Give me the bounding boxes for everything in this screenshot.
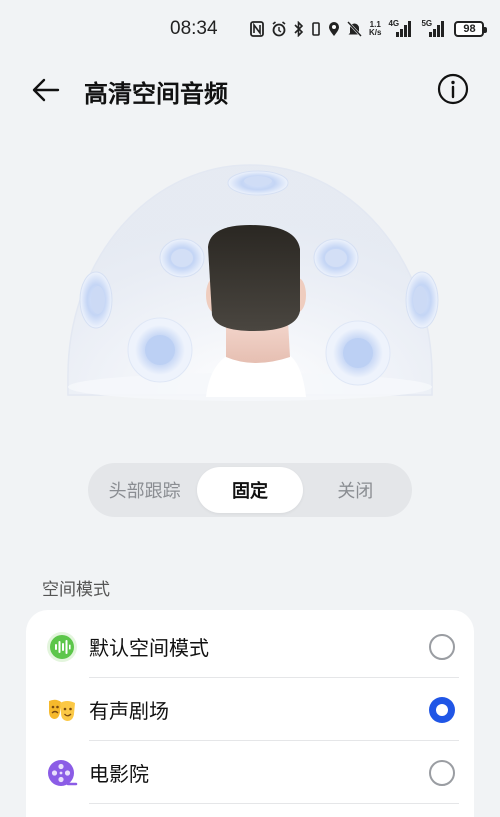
head-speakers-illustration: [67, 164, 439, 401]
location-icon: [328, 21, 340, 37]
spatial-mode-list: 默认空间模式 有声剧场 电影院: [26, 610, 474, 817]
divider: [89, 803, 459, 804]
list-item-audio-theater[interactable]: 有声剧场: [26, 678, 474, 741]
alarm-icon: [271, 21, 287, 37]
tab-fixed[interactable]: 固定: [197, 467, 303, 513]
mode-label: 电影院: [89, 762, 149, 786]
radio-default-mode[interactable]: [429, 633, 455, 660]
tab-head-tracking[interactable]: 头部跟踪: [92, 467, 197, 513]
section-title: 空间模式: [42, 580, 110, 600]
radio-cinema[interactable]: [429, 759, 455, 786]
status-bar: 08:34 1.1 K/s 4G 5G 98: [0, 0, 500, 60]
mute-icon: [347, 21, 362, 37]
nfc-icon: [250, 21, 264, 37]
battery-icon: 98: [454, 21, 488, 37]
status-icons: 1.1 K/s 4G 5G 98: [250, 18, 488, 40]
status-time: 08:34: [170, 18, 218, 39]
mode-label: 有声剧场: [89, 699, 169, 723]
signal-icon: 4G: [388, 19, 414, 38]
theater-mask-icon: [49, 699, 75, 721]
vibrate-icon: [311, 21, 321, 37]
film-reel-icon: [48, 759, 78, 786]
sound-wave-icon: [47, 631, 77, 662]
list-item-default-mode[interactable]: 默认空间模式: [26, 615, 474, 678]
mode-label: 默认空间模式: [89, 636, 209, 660]
app-header: 高清空间音频: [0, 60, 500, 120]
tab-off[interactable]: 关闭: [303, 467, 408, 513]
back-button[interactable]: [28, 72, 64, 108]
head-tracking-mode-selector: 头部跟踪 固定 关闭: [88, 463, 412, 517]
bluetooth-icon: [294, 21, 304, 37]
list-item-cinema[interactable]: 电影院: [26, 741, 474, 804]
spatial-audio-illustration: [0, 125, 500, 445]
arrow-left-icon: [32, 78, 60, 102]
page-title: 高清空间音频: [84, 80, 228, 108]
net-speed: 1.1 K/s: [369, 20, 382, 37]
radio-audio-theater[interactable]: [429, 696, 455, 723]
info-icon: [437, 73, 469, 105]
signal-icon-2: 5G: [421, 19, 447, 38]
info-button[interactable]: [436, 72, 470, 106]
